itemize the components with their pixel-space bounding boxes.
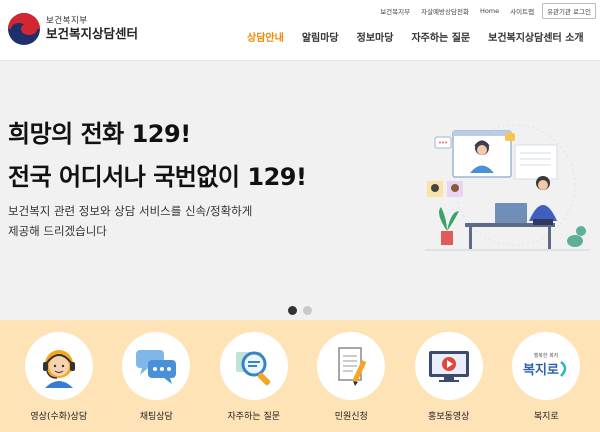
site-logo[interactable]: 보건복지부 보건복지상담센터 — [8, 13, 138, 45]
hero-title-line1: 희망의 전화 129! — [8, 120, 191, 148]
service-chat-counseling[interactable]: 채팅상담 — [108, 332, 206, 422]
service-promo-video[interactable]: 홍보동영상 — [400, 332, 498, 422]
quick-services: 영상(수화)상담 채팅상담 자주하는 질문 민원신청 홍보동영상 행복한 복지 … — [0, 320, 600, 432]
video-player-icon — [414, 332, 483, 400]
nav-item-info[interactable]: 정보마당 — [357, 29, 394, 44]
service-label: 복지로 — [533, 412, 559, 422]
document-pen-icon — [317, 332, 386, 400]
service-label: 홍보동영상 — [428, 412, 470, 422]
service-video-counseling[interactable]: 영상(수화)상담 — [10, 332, 108, 422]
util-link-sitemap[interactable]: 사이트맵 — [507, 5, 537, 17]
service-label: 영상(수화)상담 — [30, 412, 88, 422]
utility-links: 보건복지부 자살예방상담전화 Home 사이트맵 유관기관 로그인 — [377, 3, 596, 19]
hero-title-line2: 전국 어디서나 국번없이 129! — [8, 163, 307, 191]
service-label: 채팅상담 — [139, 412, 173, 422]
service-bokjiro[interactable]: 행복한 복지 복지로 복지로 — [498, 332, 596, 422]
slide-indicator — [288, 306, 312, 315]
bokjiro-wordmark: 복지로 — [523, 363, 559, 378]
agency-login-button[interactable]: 유관기관 로그인 — [542, 3, 596, 19]
video-call-illustration — [425, 124, 590, 251]
slide-dot-2[interactable] — [303, 306, 312, 315]
nav-item-about[interactable]: 보건복지상담센터 소개 — [488, 29, 583, 44]
magnifier-icon — [219, 332, 288, 400]
bokjiro-logo-icon: 행복한 복지 복지로 — [512, 332, 581, 400]
hero-description: 보건복지 관련 정보와 상담 서비스를 신속/정확하게 제공해 드리겠습니다 — [8, 201, 252, 241]
service-label: 민원신청 — [334, 412, 368, 422]
logo-center-name: 보건복지상담센터 — [46, 25, 139, 41]
nav-item-counseling-guide[interactable]: 상담안내 — [247, 29, 284, 44]
main-nav: 상담안내 알림마당 정보마당 자주하는 질문 보건복지상담센터 소개 — [247, 29, 584, 44]
service-faq[interactable]: 자주하는 질문 — [205, 332, 303, 422]
bokjiro-caption: 행복한 복지 — [534, 352, 559, 359]
hero-banner: 희망의 전화 129! 전국 어디서나 국번없이 129! 보건복지 관련 정보… — [0, 61, 600, 320]
slide-dot-1[interactable] — [288, 306, 297, 315]
government-emblem-icon — [8, 13, 40, 45]
hero-desc-line1: 보건복지 관련 정보와 상담 서비스를 신속/정확하게 — [8, 204, 253, 218]
util-link-suicide-prevention[interactable]: 자살예방상담전화 — [418, 5, 472, 17]
service-civil-petition[interactable]: 민원신청 — [303, 332, 401, 422]
util-link-mohw[interactable]: 보건복지부 — [377, 5, 413, 17]
nav-item-faq[interactable]: 자주하는 질문 — [411, 29, 470, 44]
chat-bubble-icon — [122, 332, 191, 400]
hero-desc-line2: 제공해 드리겠습니다 — [8, 224, 107, 238]
headset-agent-icon — [24, 332, 93, 400]
util-link-home[interactable]: Home — [477, 6, 502, 16]
service-label: 자주하는 질문 — [227, 412, 281, 422]
nav-item-notices[interactable]: 알림마당 — [302, 29, 339, 44]
